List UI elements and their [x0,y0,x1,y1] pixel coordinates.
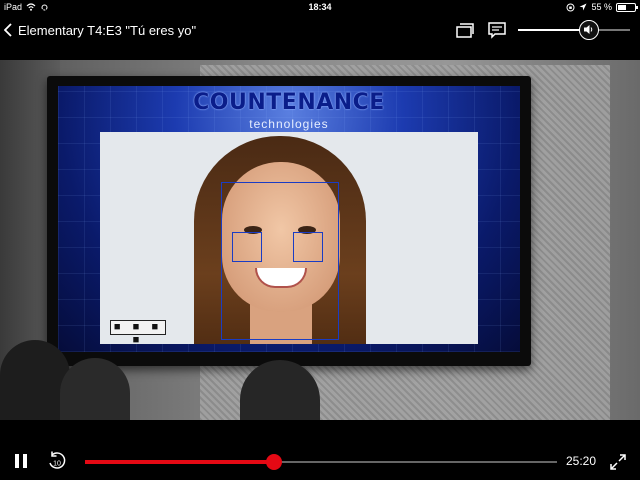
status-time: 18:34 [308,2,332,12]
right-eye-detection-box [293,232,323,262]
volume-slider[interactable] [518,20,630,40]
rewind-10-icon: 10 [49,451,66,469]
status-right: 55 % [566,0,638,14]
person-silhouette [240,360,320,420]
pause-icon [23,454,27,468]
fullscreen-icon[interactable] [608,452,628,472]
progress-scrubber[interactable] [85,454,557,470]
battery-fill [618,4,626,10]
player-top-bar: Elementary T4:E3 "Tú eres yo" [0,14,640,46]
crowd-silhouettes [0,330,640,420]
remaining-time: 25:20 [566,454,597,468]
rewind-seconds: 10 [53,461,61,468]
chevron-left-icon [4,23,12,37]
battery-percent: 55 % [591,2,612,12]
left-eye-detection-box [232,232,262,262]
video-frame[interactable]: COUNTENANCE technologies ■ ■ ■ ■ [0,60,640,420]
rewind-button[interactable]: 10 [46,450,68,472]
episodes-icon[interactable] [455,21,475,39]
person-silhouette [60,358,130,420]
pause-button[interactable] [10,452,32,472]
volume-fill [518,29,589,31]
progress-knob[interactable] [265,454,282,470]
brand-subtitle: technologies [249,117,329,131]
status-bar: iPad 18:34 55 % [0,0,640,14]
monitor-screen: COUNTENANCE technologies ■ ■ ■ ■ [58,86,520,352]
volume-knob[interactable] [578,20,599,40]
episode-title: Elementary T4:E3 "Tú eres yo" [18,22,197,38]
location-icon [579,3,587,11]
speaker-icon [583,25,592,34]
subtitles-icon[interactable] [487,21,507,39]
orientation-lock-icon [566,3,575,11]
player-controls: 10 25:20 [0,444,640,480]
battery-icon [616,2,638,12]
back-button[interactable]: Elementary T4:E3 "Tú eres yo" [4,20,196,40]
tv-monitor: COUNTENANCE technologies ■ ■ ■ ■ [47,76,531,366]
face-scan-panel: ■ ■ ■ ■ [100,132,478,344]
pause-icon [15,454,19,468]
brand-title: COUNTENANCE [193,90,385,115]
progress-fill [85,460,274,464]
